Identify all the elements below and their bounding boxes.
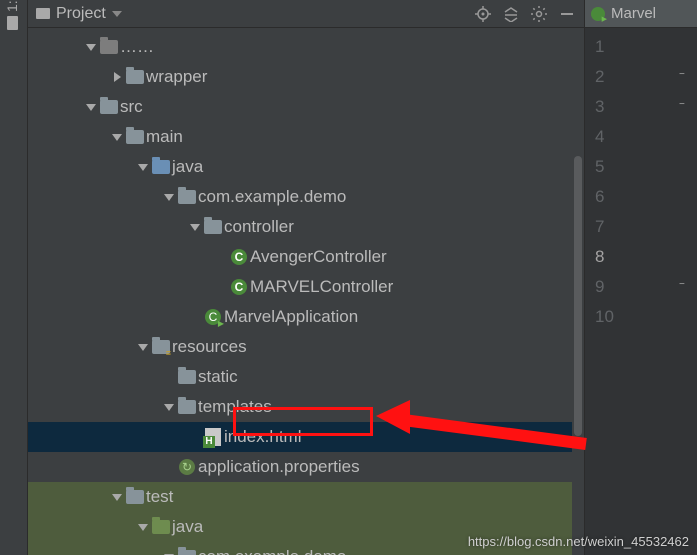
tree-row[interactable]: static [28,362,584,392]
html-file-icon [205,428,221,446]
tree-row[interactable]: …… [28,32,584,62]
expand-arrow-icon [86,104,96,111]
watermark-text: https://blog.csdn.net/weixin_45532462 [468,534,689,549]
line-number: 2 [595,67,604,87]
tree-row-selected[interactable]: index.html [28,422,584,452]
editor-tab-label: Marvel [611,5,656,22]
spring-boot-app-icon: C [205,309,221,325]
tree-label: com.example.demo [198,187,346,207]
folder-icon [126,490,144,504]
expand-arrow-icon [138,344,148,351]
line-number: 10 [595,307,614,327]
folder-icon [178,370,196,384]
expand-arrow-icon [190,224,200,231]
expand-arrow-icon [114,72,121,82]
line-number: 3 [595,97,604,117]
line-number: 6 [595,187,604,207]
folder-icon [100,40,118,54]
java-class-icon: C [231,249,247,265]
expand-arrow-icon [112,494,122,501]
project-tool-window-button[interactable]: 1: Project [4,0,20,30]
editor-gutter-area: Marvel 1 2 3 4 5 6 7 8 9 10 [585,0,697,555]
tree-label: templates [198,397,272,417]
project-tree[interactable]: …… wrapper src main java [28,28,584,555]
panel-title-text: Project [56,5,106,23]
folder-icon [100,100,118,114]
expand-arrow-icon [138,524,148,531]
source-folder-icon [152,160,170,174]
tree-label: resources [172,337,247,357]
tree-row[interactable]: controller [28,212,584,242]
tree-label: AvengerController [250,247,387,267]
tree-label: application.properties [198,457,360,477]
tree-row[interactable]: application.properties [28,452,584,482]
collapse-all-icon[interactable] [502,5,520,23]
package-icon [178,190,196,204]
tree-row[interactable]: C AvengerController [28,242,584,272]
line-number: 4 [595,127,604,147]
line-number: 7 [595,217,604,237]
expand-arrow-icon [164,404,174,411]
expand-arrow-icon [164,194,174,201]
project-panel-header: Project [28,0,584,28]
project-icon [36,8,50,19]
tree-label: MARVELController [250,277,393,297]
package-icon [204,220,222,234]
locate-icon[interactable] [474,5,492,23]
project-view-selector[interactable]: Project [36,5,468,23]
scrollbar[interactable] [572,56,584,555]
tree-row[interactable]: src [28,92,584,122]
package-icon [178,550,196,555]
tree-label: src [120,97,143,117]
expand-arrow-icon [138,164,148,171]
tree-row[interactable]: templates [28,392,584,422]
spring-boot-app-icon [591,7,605,21]
dropdown-arrow-icon [112,11,122,17]
tree-row[interactable]: main [28,122,584,152]
gutter[interactable]: 1 2 3 4 5 6 7 8 9 10 [585,28,697,332]
tree-label: com.example.demo [198,547,346,555]
tree-row[interactable]: C MarvelApplication [28,302,584,332]
folder-icon [126,70,144,84]
tree-row[interactable]: resources [28,332,584,362]
expand-arrow-icon [86,44,96,51]
tree-row[interactable]: C MARVELController [28,272,584,302]
tool-window-stripe: 1: Project [0,0,28,555]
tree-label: index.html [224,427,301,447]
tree-label: controller [224,217,294,237]
line-number: 1 [595,37,604,57]
tree-row[interactable]: wrapper [28,62,584,92]
line-number: 9 [595,277,604,297]
line-number: 8 [595,247,604,267]
tree-label: java [172,157,203,177]
scrollbar-thumb[interactable] [574,156,582,436]
tree-label: test [146,487,173,507]
tree-label: static [198,367,238,387]
java-class-icon: C [231,279,247,295]
properties-file-icon [179,459,195,475]
tree-label: …… [120,37,154,57]
resources-folder-icon [152,340,170,354]
hide-icon[interactable] [558,5,576,23]
tree-row[interactable]: java [28,152,584,182]
tree-row[interactable]: test [28,482,584,512]
gear-icon[interactable] [530,5,548,23]
tree-label: main [146,127,183,147]
tree-label: wrapper [146,67,207,87]
folder-icon [178,400,196,414]
tree-row[interactable]: com.example.demo [28,182,584,212]
expand-arrow-icon [112,134,122,141]
project-panel: Project …… wra [28,0,585,555]
tree-label: java [172,517,203,537]
editor-tab[interactable]: Marvel [585,0,697,28]
folder-icon [126,130,144,144]
sidebar-tab-text: 1: Project [4,0,20,12]
line-number: 5 [595,157,604,177]
project-icon [7,16,18,30]
test-folder-icon [152,520,170,534]
tree-label: MarvelApplication [224,307,358,327]
